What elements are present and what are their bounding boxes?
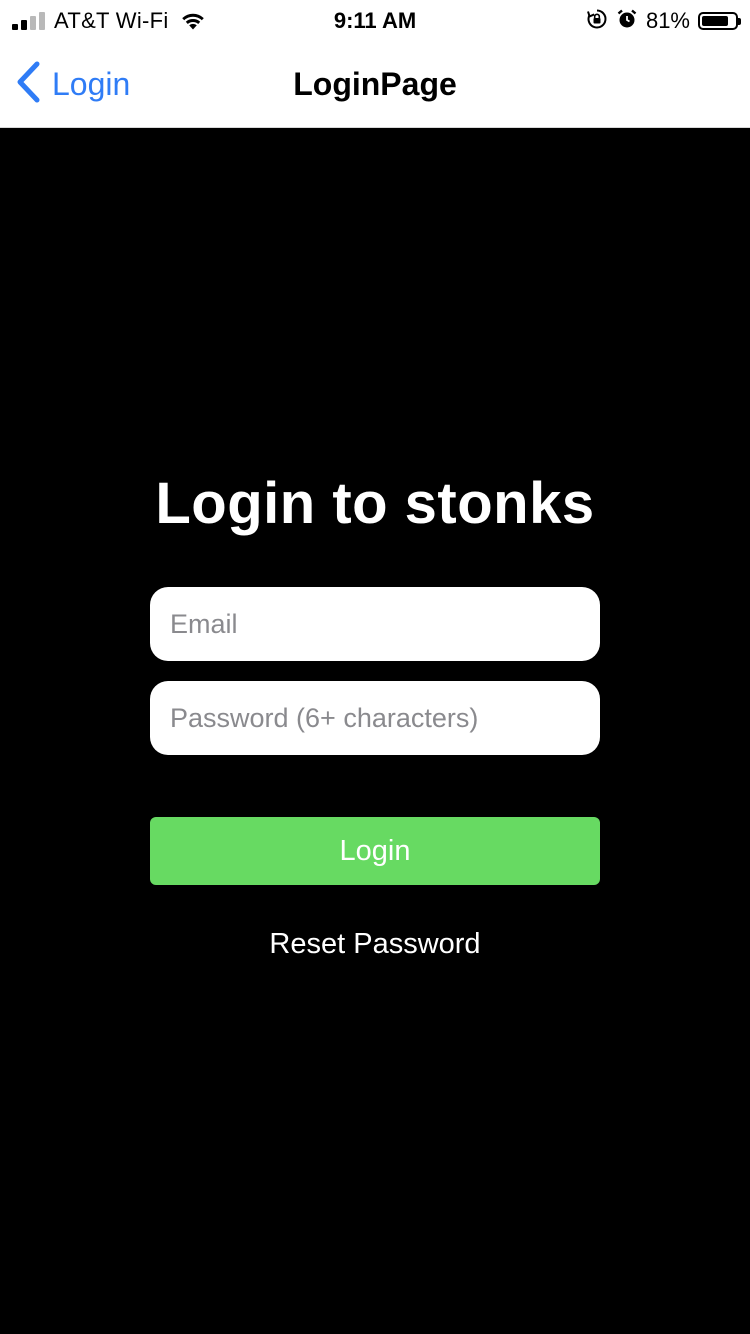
orientation-lock-icon bbox=[586, 8, 608, 35]
status-right: 81% bbox=[586, 7, 741, 35]
login-button[interactable]: Login bbox=[150, 817, 600, 885]
reset-password-link[interactable]: Reset Password bbox=[0, 928, 750, 961]
password-field[interactable] bbox=[150, 681, 600, 755]
login-heading: Login to stonks bbox=[155, 471, 595, 536]
page-title: LoginPage bbox=[293, 66, 457, 102]
navigation-bar: Login LoginPage bbox=[0, 40, 750, 128]
status-bar: AT&T Wi-Fi 9:11 AM 81% bbox=[0, 0, 750, 40]
alarm-icon bbox=[616, 8, 638, 35]
email-field[interactable] bbox=[150, 587, 600, 661]
top-bar: AT&T Wi-Fi 9:11 AM 81% Login LoginPage bbox=[0, 0, 750, 128]
battery-percent: 81% bbox=[645, 8, 690, 33]
login-screen: AT&T Wi-Fi 9:11 AM 81% Login LoginPage L… bbox=[0, 0, 750, 1334]
battery-icon bbox=[698, 12, 741, 30]
